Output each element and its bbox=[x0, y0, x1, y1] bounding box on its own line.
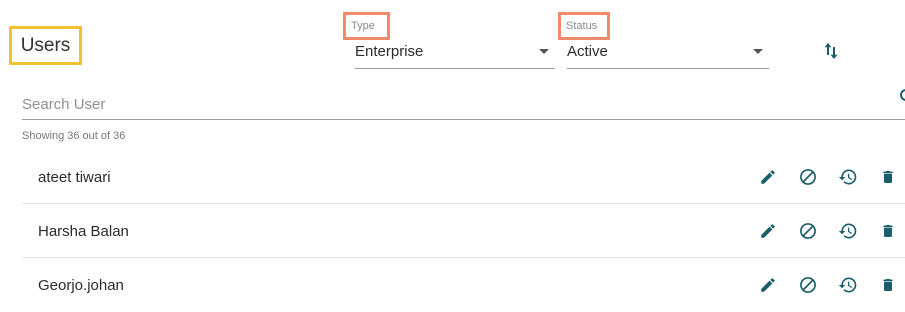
type-filter-label: Type bbox=[343, 12, 390, 40]
user-name: ateet tiwari bbox=[38, 169, 111, 186]
user-name: Harsha Balan bbox=[38, 223, 129, 240]
row-actions bbox=[757, 166, 899, 188]
block-icon[interactable] bbox=[797, 274, 819, 296]
page-title-box: Users bbox=[9, 26, 82, 65]
result-count: Showing 36 out of 36 bbox=[22, 130, 126, 142]
user-name: Georjo.johan bbox=[38, 277, 124, 294]
search-bar bbox=[22, 89, 905, 121]
type-filter-value[interactable]: Enterprise bbox=[355, 43, 423, 60]
list-item[interactable]: Georjo.johan bbox=[22, 258, 905, 312]
user-list: ateet tiwari Harsha Balan Georjo.johan bbox=[22, 150, 905, 312]
block-icon[interactable] bbox=[797, 220, 819, 242]
chevron-down-icon[interactable] bbox=[753, 49, 763, 54]
delete-icon[interactable] bbox=[877, 220, 899, 242]
status-filter-underline bbox=[567, 68, 769, 69]
status-filter-label: Status bbox=[558, 12, 610, 40]
list-item[interactable]: Harsha Balan bbox=[22, 204, 905, 258]
edit-icon[interactable] bbox=[757, 220, 779, 242]
delete-icon[interactable] bbox=[877, 166, 899, 188]
delete-icon[interactable] bbox=[877, 274, 899, 296]
sort-button[interactable] bbox=[820, 40, 842, 62]
restore-icon[interactable] bbox=[837, 166, 859, 188]
list-item[interactable]: ateet tiwari bbox=[22, 150, 905, 204]
restore-icon[interactable] bbox=[837, 220, 859, 242]
row-actions bbox=[757, 274, 899, 296]
type-filter-underline bbox=[355, 68, 555, 69]
row-actions bbox=[757, 220, 899, 242]
status-filter-value[interactable]: Active bbox=[567, 43, 608, 60]
search-icon[interactable] bbox=[898, 89, 905, 103]
restore-icon[interactable] bbox=[837, 274, 859, 296]
page-title: Users bbox=[20, 34, 71, 56]
block-icon[interactable] bbox=[797, 166, 819, 188]
edit-icon[interactable] bbox=[757, 274, 779, 296]
search-input[interactable] bbox=[22, 89, 905, 120]
sort-arrows-icon bbox=[823, 42, 839, 60]
chevron-down-icon[interactable] bbox=[539, 49, 549, 54]
edit-icon[interactable] bbox=[757, 166, 779, 188]
